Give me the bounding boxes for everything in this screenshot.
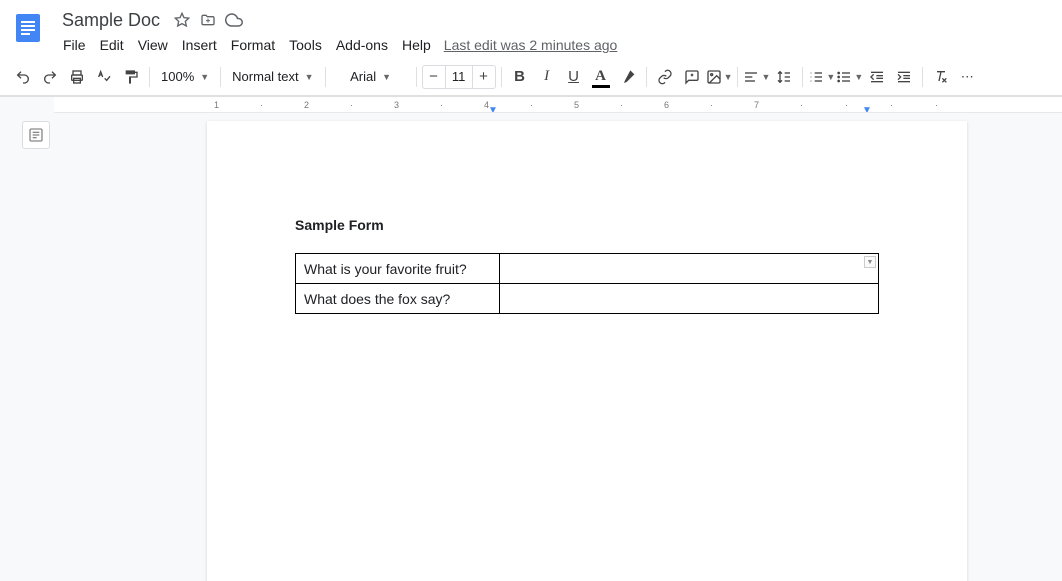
zoom-select[interactable]: 100%▼ xyxy=(155,64,215,90)
font-size-control: − 11 + xyxy=(422,65,496,89)
menu-help[interactable]: Help xyxy=(395,33,438,57)
separator xyxy=(737,67,738,87)
underline-button[interactable]: U xyxy=(561,64,587,90)
outline-toggle-button[interactable] xyxy=(22,121,50,149)
chevron-down-icon: ▼ xyxy=(200,72,209,82)
separator xyxy=(325,67,326,87)
chevron-down-icon: ▼ xyxy=(305,72,314,82)
indent-marker-right[interactable]: ▼ xyxy=(862,105,872,113)
clear-formatting-button[interactable] xyxy=(928,64,954,90)
text-color-button[interactable]: A xyxy=(588,64,614,90)
document-page[interactable]: Sample Form What is your favorite fruit?… xyxy=(207,121,967,581)
separator xyxy=(220,67,221,87)
chevron-down-icon: ▼ xyxy=(826,72,835,82)
cloud-status-icon[interactable] xyxy=(224,10,244,30)
menubar: File Edit View Insert Format Tools Add-o… xyxy=(56,32,1054,58)
bold-button[interactable]: B xyxy=(507,64,533,90)
font-size-decrease[interactable]: − xyxy=(423,66,445,88)
answer-cell[interactable]: ▼ xyxy=(500,254,879,284)
insert-image-button[interactable]: ▼ xyxy=(706,64,733,90)
app-header: Sample Doc File Edit View Insert Format … xyxy=(0,0,1062,58)
chevron-down-icon: ▼ xyxy=(724,72,733,82)
highlight-button[interactable] xyxy=(615,64,641,90)
dropdown-icon[interactable]: ▼ xyxy=(864,256,876,268)
print-button[interactable] xyxy=(64,64,90,90)
increase-indent-button[interactable] xyxy=(891,64,917,90)
menu-format[interactable]: Format xyxy=(224,33,282,57)
menu-insert[interactable]: Insert xyxy=(175,33,224,57)
numbered-list-button[interactable]: ▼ xyxy=(808,64,835,90)
toolbar: 100%▼ Normal text▼ Arial▼ − 11 + B I U A… xyxy=(0,58,1062,96)
star-icon[interactable] xyxy=(172,10,192,30)
paragraph-style-select[interactable]: Normal text▼ xyxy=(226,64,319,90)
menu-edit[interactable]: Edit xyxy=(93,33,131,57)
menu-addons[interactable]: Add-ons xyxy=(329,33,395,57)
question-cell[interactable]: What does the fox say? xyxy=(296,284,500,314)
separator xyxy=(646,67,647,87)
chevron-down-icon: ▼ xyxy=(761,72,770,82)
align-button[interactable]: ▼ xyxy=(743,64,770,90)
form-table[interactable]: What is your favorite fruit? ▼ What does… xyxy=(295,253,879,314)
line-spacing-button[interactable] xyxy=(771,64,797,90)
menu-tools[interactable]: Tools xyxy=(282,33,329,57)
separator xyxy=(149,67,150,87)
workspace: 1·2·3·4·5·6·7···· ▼ ▼ Sample Form What i… xyxy=(0,96,1062,581)
last-edit-link[interactable]: Last edit was 2 minutes ago xyxy=(444,37,618,53)
table-row[interactable]: What does the fox say? xyxy=(296,284,879,314)
form-heading[interactable]: Sample Form xyxy=(295,217,879,233)
bulleted-list-button[interactable]: ▼ xyxy=(836,64,863,90)
horizontal-ruler[interactable]: 1·2·3·4·5·6·7···· ▼ ▼ xyxy=(54,97,1062,113)
font-size-increase[interactable]: + xyxy=(473,66,495,88)
separator xyxy=(802,67,803,87)
chevron-down-icon: ▼ xyxy=(382,72,391,82)
more-button[interactable]: ⋯ xyxy=(955,64,981,90)
redo-button[interactable] xyxy=(37,64,63,90)
answer-cell[interactable] xyxy=(500,284,879,314)
indent-marker-first-line[interactable]: ▼ xyxy=(488,105,498,113)
separator xyxy=(501,67,502,87)
table-row[interactable]: What is your favorite fruit? ▼ xyxy=(296,254,879,284)
separator xyxy=(416,67,417,87)
spellcheck-button[interactable] xyxy=(91,64,117,90)
document-title[interactable]: Sample Doc xyxy=(56,8,166,33)
move-icon[interactable] xyxy=(198,10,218,30)
menu-view[interactable]: View xyxy=(131,33,175,57)
menu-file[interactable]: File xyxy=(56,33,93,57)
paint-format-button[interactable] xyxy=(118,64,144,90)
font-size-input[interactable]: 11 xyxy=(445,66,473,88)
separator xyxy=(922,67,923,87)
undo-button[interactable] xyxy=(10,64,36,90)
decrease-indent-button[interactable] xyxy=(864,64,890,90)
docs-logo[interactable] xyxy=(8,8,48,48)
italic-button[interactable]: I xyxy=(534,64,560,90)
font-select[interactable]: Arial▼ xyxy=(331,64,411,90)
insert-link-button[interactable] xyxy=(652,64,678,90)
question-cell[interactable]: What is your favorite fruit? xyxy=(296,254,500,284)
chevron-down-icon: ▼ xyxy=(854,72,863,82)
insert-comment-button[interactable] xyxy=(679,64,705,90)
